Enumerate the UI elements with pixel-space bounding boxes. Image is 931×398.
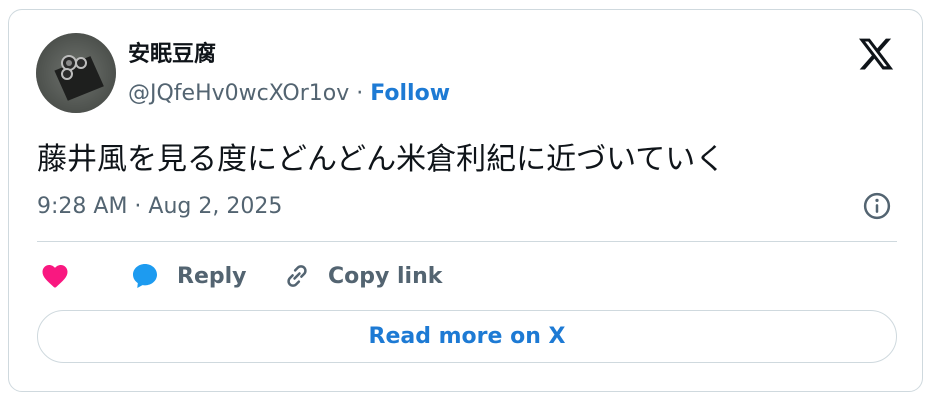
separator-dot: · — [356, 81, 364, 106]
like-button[interactable] — [40, 258, 70, 294]
info-icon[interactable] — [862, 191, 892, 221]
read-more-label: Read more on X — [368, 324, 566, 349]
handle-row: @JQfeHv0wcXOr1ov · Follow — [128, 80, 450, 108]
author-name[interactable]: 安眠豆腐 — [128, 41, 216, 69]
read-more-button[interactable]: Read more on X — [37, 310, 897, 363]
reply-button[interactable]: Reply — [129, 258, 247, 294]
embedded-tweet-card: 安眠豆腐 @JQfeHv0wcXOr1ov · Follow 藤井風を見る度にど… — [8, 9, 923, 392]
copy-link-label: Copy link — [328, 263, 443, 289]
tweet-timestamp[interactable]: 9:28 AM · Aug 2, 2025 — [37, 192, 282, 222]
divider — [37, 241, 897, 242]
avatar[interactable] — [36, 33, 116, 113]
link-icon — [287, 265, 307, 287]
copy-link-button[interactable]: Copy link — [282, 258, 442, 294]
author-handle[interactable]: @JQfeHv0wcXOr1ov — [128, 81, 349, 106]
heart-icon — [42, 265, 68, 288]
follow-button[interactable]: Follow — [370, 81, 450, 106]
tweet-text: 藤井風を見る度にどんどん米倉利紀に近づいていく — [37, 142, 726, 177]
reply-label: Reply — [177, 263, 247, 289]
x-logo-icon[interactable] — [857, 35, 895, 73]
reply-bubble-icon — [133, 264, 157, 288]
